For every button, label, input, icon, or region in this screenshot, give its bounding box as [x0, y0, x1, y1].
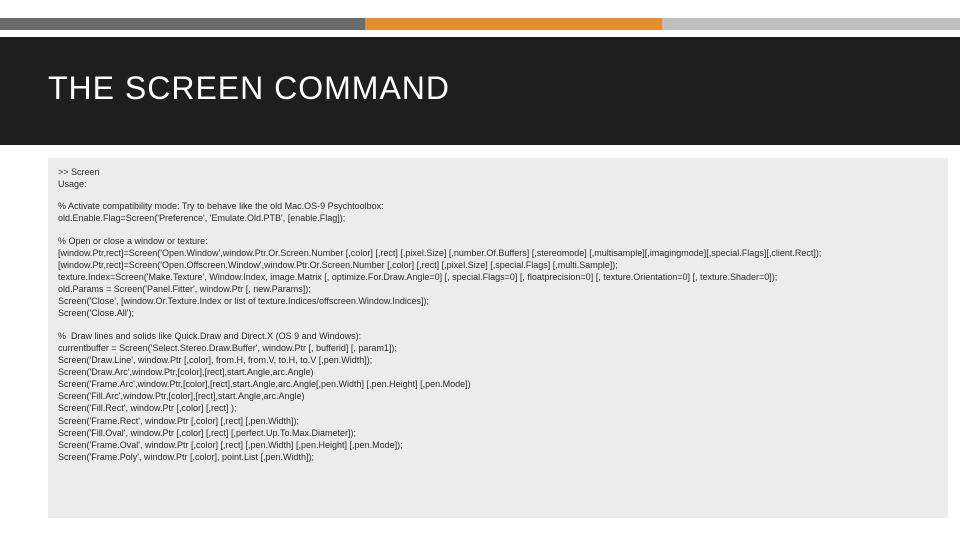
code-line: % Open or close a window or texture:	[58, 235, 938, 247]
accent-seg-dark	[0, 18, 365, 30]
code-line: texture.Index=Screen('Make.Texture', Win…	[58, 271, 938, 283]
code-line: % Activate compatibility mode: Try to be…	[58, 200, 938, 212]
code-line: Screen('Fill.Rect', window.Ptr [,color] …	[58, 402, 938, 414]
code-area: >> Screen Usage: % Activate compatibilit…	[48, 158, 948, 518]
code-line: Screen('Draw.Arc',window.Ptr,[color],[re…	[58, 366, 938, 378]
code-line: % Draw lines and solids like Quick.Draw …	[58, 330, 938, 342]
code-line: >> Screen	[58, 166, 938, 178]
code-line: Screen('Frame.Arc',window.Ptr,[color],[r…	[58, 378, 938, 390]
code-line: old.Enable.Flag=Screen('Preference', 'Em…	[58, 212, 938, 224]
code-line: Screen('Draw.Line', window.Ptr [,color],…	[58, 354, 938, 366]
code-line: Screen('Close.All');	[58, 307, 938, 319]
code-line: Screen('Fill.Oval', window.Ptr [,color] …	[58, 427, 938, 439]
code-line: Screen('Frame.Poly', window.Ptr [,color]…	[58, 451, 938, 463]
accent-seg-light	[662, 18, 960, 30]
code-line: [window.Ptr,rect]=Screen('Open.Window',w…	[58, 247, 938, 259]
accent-seg-orange	[365, 18, 663, 30]
code-line: Usage:	[58, 178, 938, 190]
code-line: Screen('Frame.Rect', window.Ptr [,color]…	[58, 415, 938, 427]
slide: THE SCREEN COMMAND >> Screen Usage: % Ac…	[0, 0, 960, 540]
code-line: [window.Ptr,rect]=Screen('Open.Offscreen…	[58, 259, 938, 271]
top-accent-bar	[0, 18, 960, 30]
code-line: Screen('Close', [window.Or.Texture.Index…	[58, 295, 938, 307]
slide-title: THE SCREEN COMMAND	[48, 70, 450, 107]
code-line: Screen('Frame.Oval', window.Ptr [,color]…	[58, 439, 938, 451]
code-line: currentbuffer = Screen('Select.Stereo.Dr…	[58, 342, 938, 354]
code-line: Screen('Fill.Arc',window.Ptr,[color],[re…	[58, 390, 938, 402]
code-line: old.Params = Screen('Panel.Fitter', wind…	[58, 283, 938, 295]
